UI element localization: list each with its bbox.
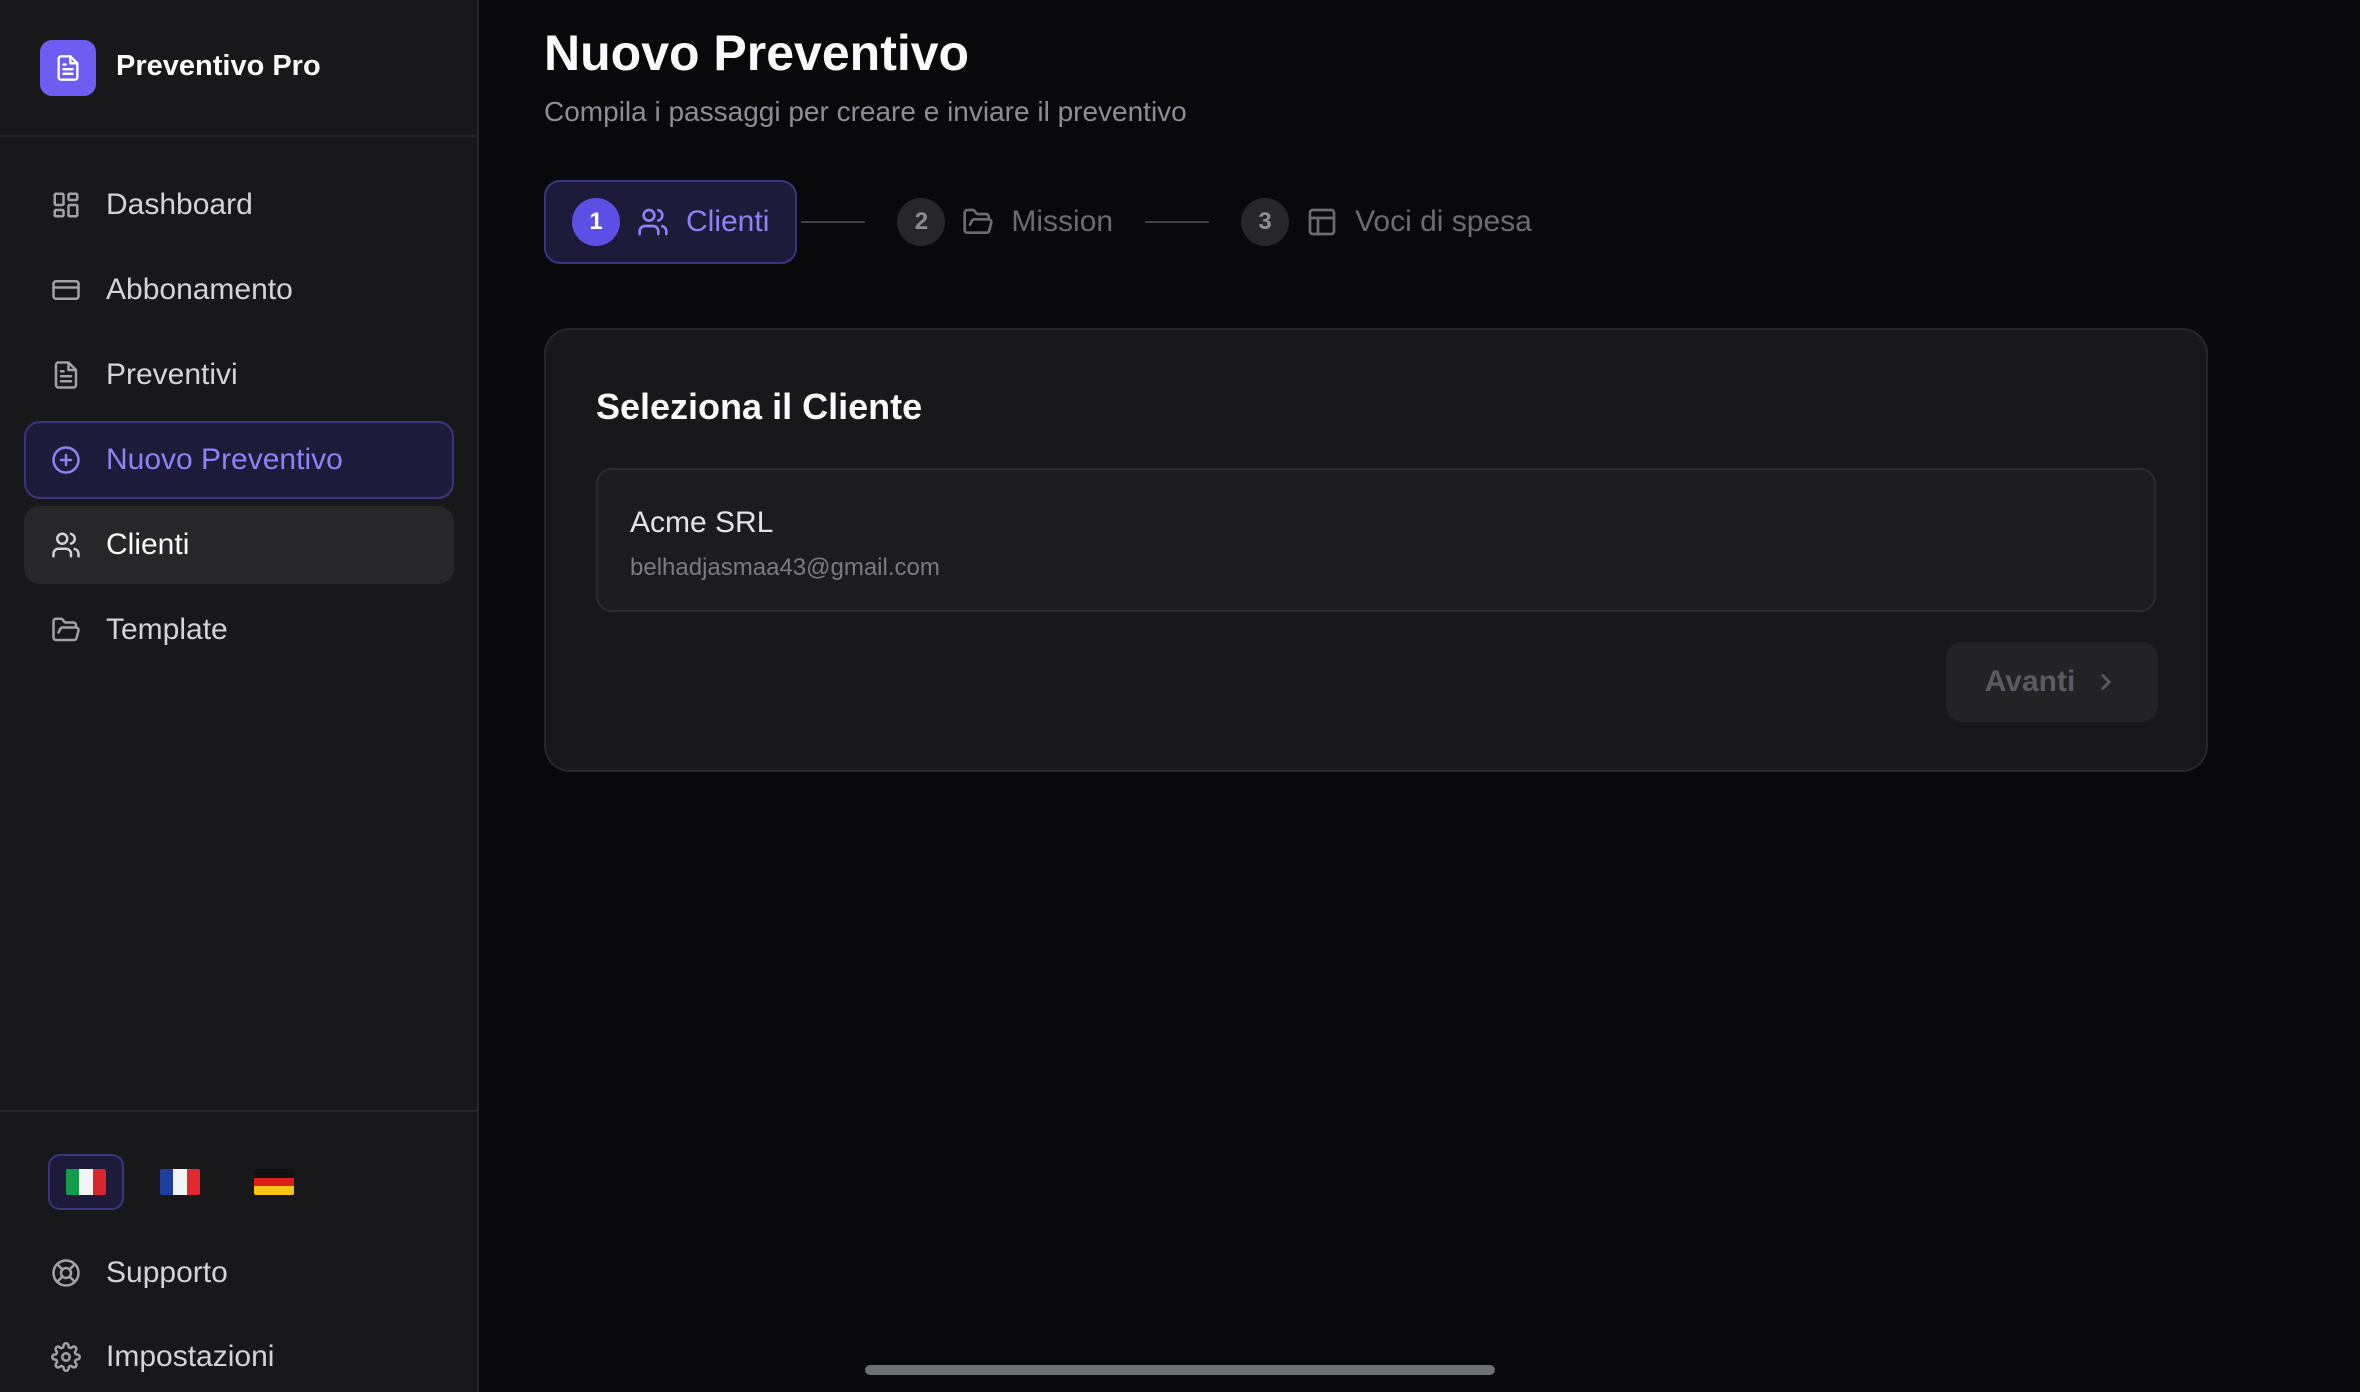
step-connector	[801, 221, 866, 223]
sidebar-footer: Supporto Impostazioni	[0, 1110, 477, 1373]
users-icon	[50, 529, 82, 561]
step-mission[interactable]: 2 Mission	[869, 180, 1141, 264]
users-icon	[636, 205, 670, 239]
step-clienti[interactable]: 1 Clienti	[544, 180, 798, 264]
app-logo-icon	[40, 40, 96, 96]
sidebar: Preventivo Pro Dashboard Abbonamento Pre…	[0, 0, 479, 1392]
sidebar-nav: Dashboard Abbonamento Preventivi Nuovo P…	[24, 166, 454, 676]
sidebar-item-label: Clienti	[106, 528, 190, 561]
sidebar-bottom-nav: Supporto Impostazioni	[24, 1234, 454, 1392]
gear-icon	[50, 1341, 82, 1373]
stepper: 1 Clienti 2 Mission 3 Voci di spesa	[544, 180, 1560, 264]
next-button[interactable]: Avanti	[1946, 642, 2158, 722]
file-text-icon	[50, 359, 82, 391]
step-voci-di-spesa[interactable]: 3 Voci di spesa	[1213, 180, 1560, 264]
app-window: Preventivo Pro Dashboard Abbonamento Pre…	[0, 0, 2360, 1392]
sidebar-item-label: Template	[106, 613, 228, 646]
credit-card-icon	[50, 274, 82, 306]
language-italian[interactable]	[48, 1154, 124, 1210]
germany-flag-icon	[254, 1169, 294, 1195]
sidebar-item-supporto[interactable]: Supporto	[24, 1234, 454, 1312]
sidebar-item-dashboard[interactable]: Dashboard	[24, 166, 454, 244]
app-name: Preventivo Pro	[116, 50, 321, 82]
page-subtitle: Compila i passaggi per creare e inviare …	[544, 96, 1187, 127]
sidebar-item-label: Nuovo Preventivo	[106, 443, 343, 476]
life-buoy-icon	[50, 1257, 82, 1289]
language-german[interactable]	[236, 1154, 312, 1210]
language-french[interactable]	[142, 1154, 218, 1210]
sidebar-item-label: Supporto	[106, 1256, 228, 1289]
sidebar-item-nuovo-preventivo[interactable]: Nuovo Preventivo	[24, 421, 454, 499]
sidebar-item-clienti[interactable]: Clienti	[24, 506, 454, 584]
sidebar-item-impostazioni[interactable]: Impostazioni	[24, 1318, 454, 1392]
chevron-right-icon	[2093, 669, 2119, 695]
folder-open-icon	[50, 614, 82, 646]
sidebar-item-label: Impostazioni	[106, 1340, 275, 1373]
step-label: Mission	[1011, 205, 1114, 238]
step-number: 2	[897, 198, 946, 246]
client-option[interactable]: Acme SRL belhadjasmaa43@gmail.com	[596, 468, 2156, 612]
sidebar-item-label: Abbonamento	[106, 273, 293, 306]
folder-open-icon	[961, 205, 995, 239]
next-button-label: Avanti	[1984, 665, 2076, 698]
card-title: Seleziona il Cliente	[596, 386, 923, 427]
italy-flag-icon	[66, 1169, 106, 1195]
plus-circle-icon	[50, 444, 82, 476]
page-title: Nuovo Preventivo	[544, 25, 970, 81]
sidebar-item-template[interactable]: Template	[24, 591, 454, 669]
sidebar-item-label: Dashboard	[106, 188, 253, 221]
brand: Preventivo Pro	[0, 0, 477, 137]
step-number: 1	[572, 198, 620, 246]
step-number: 3	[1241, 198, 1290, 246]
layout-grid-icon	[50, 189, 82, 221]
client-name: Acme SRL	[630, 506, 774, 539]
step-label: Voci di spesa	[1355, 205, 1532, 238]
sidebar-item-preventivi[interactable]: Preventivi	[24, 336, 454, 414]
step-label: Clienti	[686, 205, 770, 238]
sidebar-item-label: Preventivi	[106, 358, 238, 391]
france-flag-icon	[160, 1169, 200, 1195]
select-client-card: Seleziona il Cliente Acme SRL belhadjasm…	[544, 328, 2208, 772]
table-icon	[1305, 205, 1339, 239]
horizontal-scrollbar[interactable]	[865, 1365, 1495, 1375]
client-email: belhadjasmaa43@gmail.com	[630, 554, 940, 581]
language-switcher	[48, 1154, 312, 1210]
sidebar-item-abbonamento[interactable]: Abbonamento	[24, 251, 454, 329]
step-connector	[1145, 221, 1210, 223]
